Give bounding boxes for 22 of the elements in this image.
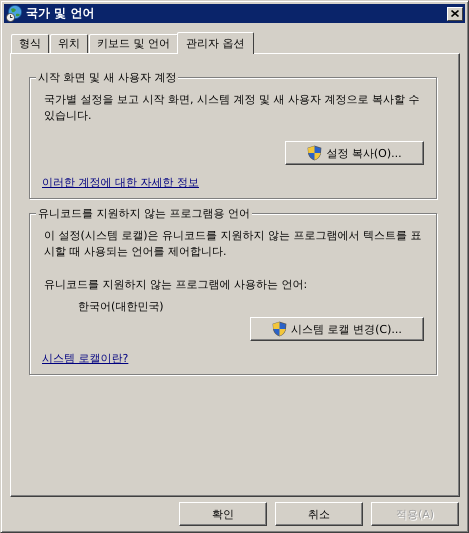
window-title: 국가 및 언어 [26,5,96,22]
description-text: 국가별 설정을 보고 시작 화면, 시스템 계정 및 새 사용자 계정으로 복사할 수 있습니다. [43,92,420,124]
group-title: 시작 화면 및 새 사용자 계정 [36,70,178,85]
language-value: 한국어(대한민국) [77,299,165,315]
shield-icon [272,321,288,337]
tab[interactable]: 위치 [50,34,88,53]
shield-icon [307,145,322,161]
group-title: 유니코드를 지원하지 않는 프로그램용 언어 [36,206,252,221]
copy-settings-button[interactable]: 설정 복사(O)... [285,141,424,165]
language-label: 유니코드를 지원하지 않는 프로그램에 사용하는 언어: [43,277,308,293]
close-button[interactable] [447,6,463,20]
globe-icon [6,5,23,22]
close-icon [451,10,459,17]
cancel-button[interactable]: 취소 [275,502,363,526]
tab[interactable]: 관리자 옵션 [177,32,254,54]
change-locale-button[interactable]: 시스템 로캘 변경(C)... [250,317,424,341]
ok-button[interactable]: 확인 [179,502,267,526]
tab[interactable]: 키보드 및 언어 [89,34,178,53]
info-link[interactable]: 시스템 로캘이란? [42,351,128,366]
tab[interactable]: 형식 [11,34,49,53]
info-link[interactable]: 이러한 계정에 대한 자세한 정보 [42,175,199,190]
description-text: 이 설정(시스템 로캘)은 유니코드를 지원하지 않는 프로그램에서 텍스트를 표시할 때 사용되는 언어를 제어합니다. [43,228,423,260]
